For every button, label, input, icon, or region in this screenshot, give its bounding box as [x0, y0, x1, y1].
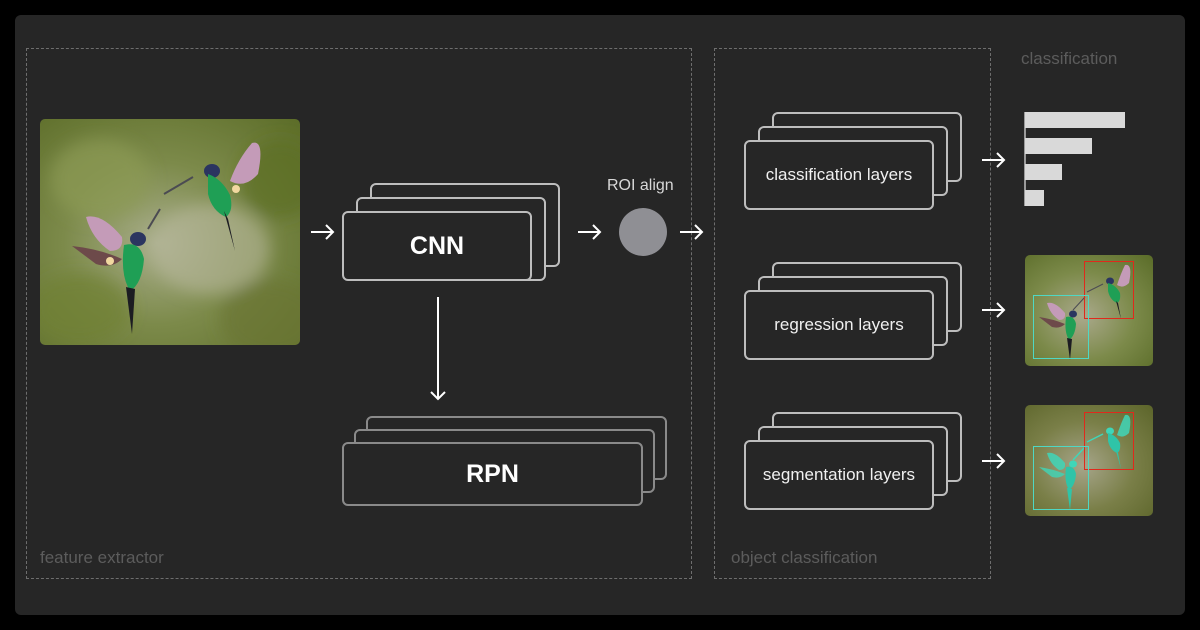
roi-align-node[interactable] — [619, 208, 667, 256]
rpn-label: RPN — [466, 459, 519, 488]
classification-layers-block[interactable]: classification layers — [744, 112, 962, 210]
segmentation-layer-front: segmentation layers — [744, 440, 934, 510]
segmentation-output-image — [1025, 405, 1153, 516]
segmentation-box-bird-2 — [1033, 446, 1089, 510]
object-classification-label: object classification — [731, 548, 878, 567]
classification-bar-chart — [1024, 112, 1125, 206]
arrow-segmentation-output — [982, 453, 1006, 469]
arrow-regression-output — [982, 302, 1006, 318]
segmentation-layers-label: segmentation layers — [762, 465, 916, 484]
regression-layers-label: regression layers — [774, 315, 904, 334]
classification-layer-front: classification layers — [744, 140, 934, 210]
classification-output-title: classification — [1021, 49, 1118, 68]
arrow-classification-output — [982, 152, 1006, 168]
input-image — [40, 119, 300, 345]
cnn-label: CNN — [409, 231, 465, 260]
regression-layers-block[interactable]: regression layers — [744, 262, 962, 360]
feature-extractor-label: feature extractor — [40, 548, 164, 567]
classification-bar-2 — [1025, 138, 1092, 154]
roi-align-label: ROI align — [607, 177, 674, 194]
hummingbird-photo — [40, 119, 300, 345]
segmentation-layers-block[interactable]: segmentation layers — [744, 412, 962, 510]
classification-bar-3 — [1025, 164, 1062, 180]
cnn-block[interactable]: CNN — [342, 183, 560, 281]
rpn-block[interactable]: RPN — [342, 416, 667, 506]
cnn-layer-front: CNN — [342, 211, 532, 281]
arrow-cnn-to-roi — [578, 224, 602, 240]
arrow-roi-to-heads — [680, 224, 704, 240]
regression-layer-front: regression layers — [744, 290, 934, 360]
classification-bar-4 — [1025, 190, 1044, 206]
rpn-layer-front: RPN — [342, 442, 643, 506]
detection-output-image — [1025, 255, 1153, 366]
segmentation-box-bird-1 — [1084, 412, 1134, 470]
detection-box-bird-2 — [1033, 295, 1089, 359]
classification-layers-label: classification layers — [765, 165, 913, 184]
classification-bar-1 — [1025, 112, 1125, 128]
arrow-cnn-to-rpn — [430, 297, 446, 401]
arrow-input-to-cnn — [311, 224, 335, 240]
detection-box-bird-1 — [1084, 261, 1134, 319]
